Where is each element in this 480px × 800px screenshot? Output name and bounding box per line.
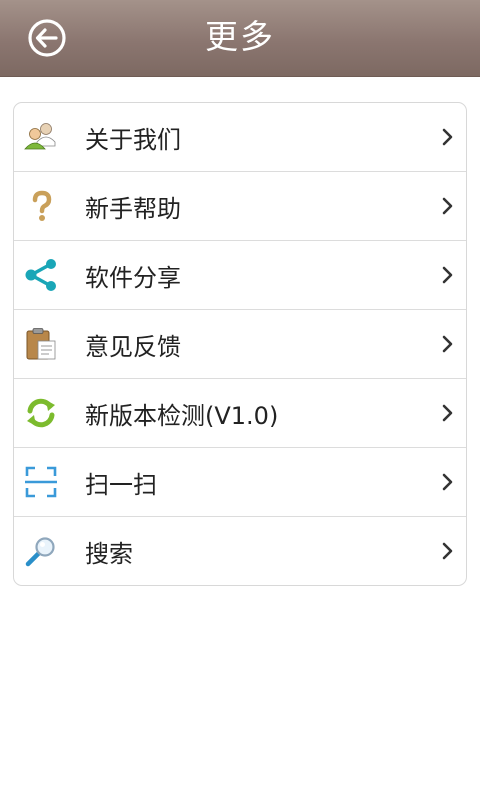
- menu-item-search[interactable]: 搜索: [14, 517, 466, 585]
- chevron-right-icon: [442, 404, 453, 422]
- chevron-right-icon: [442, 542, 453, 560]
- menu-item-label: 软件分享: [85, 263, 181, 292]
- search-icon: [24, 534, 58, 568]
- menu-item-label: 搜索: [85, 539, 133, 568]
- menu-item-label: 新手帮助: [85, 194, 181, 223]
- menu-item-label: 新版本检测(V1.0): [85, 401, 279, 430]
- menu-item-scan[interactable]: 扫一扫: [14, 448, 466, 517]
- menu-item-label: 扫一扫: [85, 470, 157, 499]
- clipboard-icon: [24, 327, 58, 361]
- scan-icon: [24, 465, 58, 499]
- chevron-right-icon: [442, 335, 453, 353]
- menu-item-about-us[interactable]: 关于我们: [14, 103, 466, 172]
- users-icon: [24, 120, 58, 154]
- header-bar: 更多: [0, 0, 480, 76]
- menu-item-version-check[interactable]: 新版本检测(V1.0): [14, 379, 466, 448]
- chevron-right-icon: [442, 473, 453, 491]
- share-icon: [24, 258, 58, 292]
- menu-item-label: 关于我们: [85, 125, 181, 154]
- menu-item-beginner-help[interactable]: 新手帮助: [14, 172, 466, 241]
- chevron-right-icon: [442, 128, 453, 146]
- chevron-right-icon: [442, 266, 453, 284]
- menu-item-share-app[interactable]: 软件分享: [14, 241, 466, 310]
- chevron-right-icon: [442, 197, 453, 215]
- refresh-icon: [24, 396, 58, 430]
- menu-item-feedback[interactable]: 意见反馈: [14, 310, 466, 379]
- page-title: 更多: [205, 17, 275, 56]
- menu-list: 关于我们 新手帮助 软件分享 意见反馈 新版本检测(V1.0) 扫一扫 搜索: [13, 102, 467, 586]
- question-icon: [24, 189, 58, 223]
- menu-item-label: 意见反馈: [85, 332, 181, 361]
